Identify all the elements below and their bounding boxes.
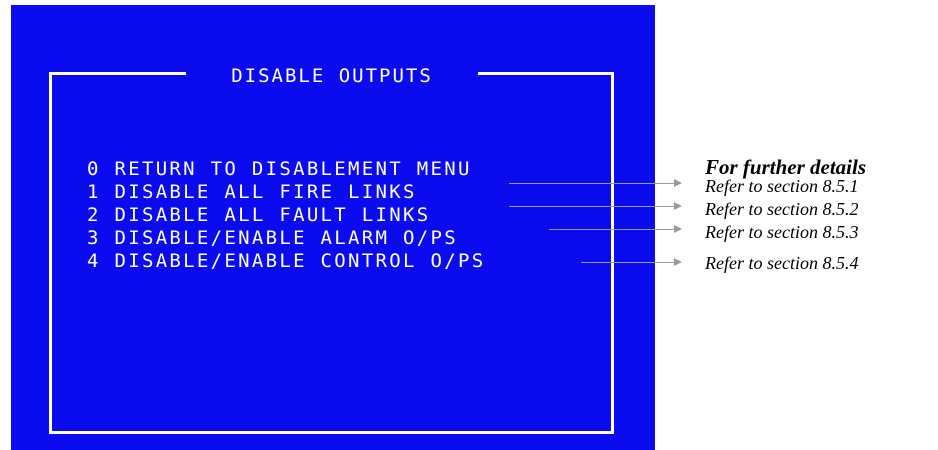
- reference-8-5-4: Refer to section 8.5.4: [705, 253, 859, 273]
- menu-item-alarm-outputs[interactable]: 3 DISABLE/ENABLE ALARM O/PS: [87, 227, 458, 249]
- menu-item-disable-fault-links[interactable]: 2 DISABLE ALL FAULT LINKS: [87, 204, 430, 226]
- reference-8-5-2: Refer to section 8.5.2: [705, 199, 859, 219]
- menu-item-return[interactable]: 0 RETURN TO DISABLEMENT MENU: [87, 158, 472, 180]
- reference-8-5-1: Refer to section 8.5.1: [705, 176, 859, 196]
- arrow-fault-links: [509, 202, 682, 210]
- reference-8-5-3: Refer to section 8.5.3: [705, 222, 859, 242]
- arrow-fire-links: [509, 179, 682, 187]
- arrow-control-outputs: [581, 258, 682, 266]
- menu-item-disable-fire-links[interactable]: 1 DISABLE ALL FIRE LINKS: [87, 181, 417, 203]
- frame-top-left-border: [49, 72, 186, 75]
- menu-item-control-outputs[interactable]: 4 DISABLE/ENABLE CONTROL O/PS: [87, 250, 485, 272]
- frame-top-right-border: [478, 72, 614, 75]
- menu-title: DISABLE OUTPUTS: [231, 65, 433, 87]
- terminal-screen: DISABLE OUTPUTS 0 RETURN TO DISABLEMENT …: [11, 5, 655, 450]
- arrow-alarm-outputs: [549, 225, 682, 233]
